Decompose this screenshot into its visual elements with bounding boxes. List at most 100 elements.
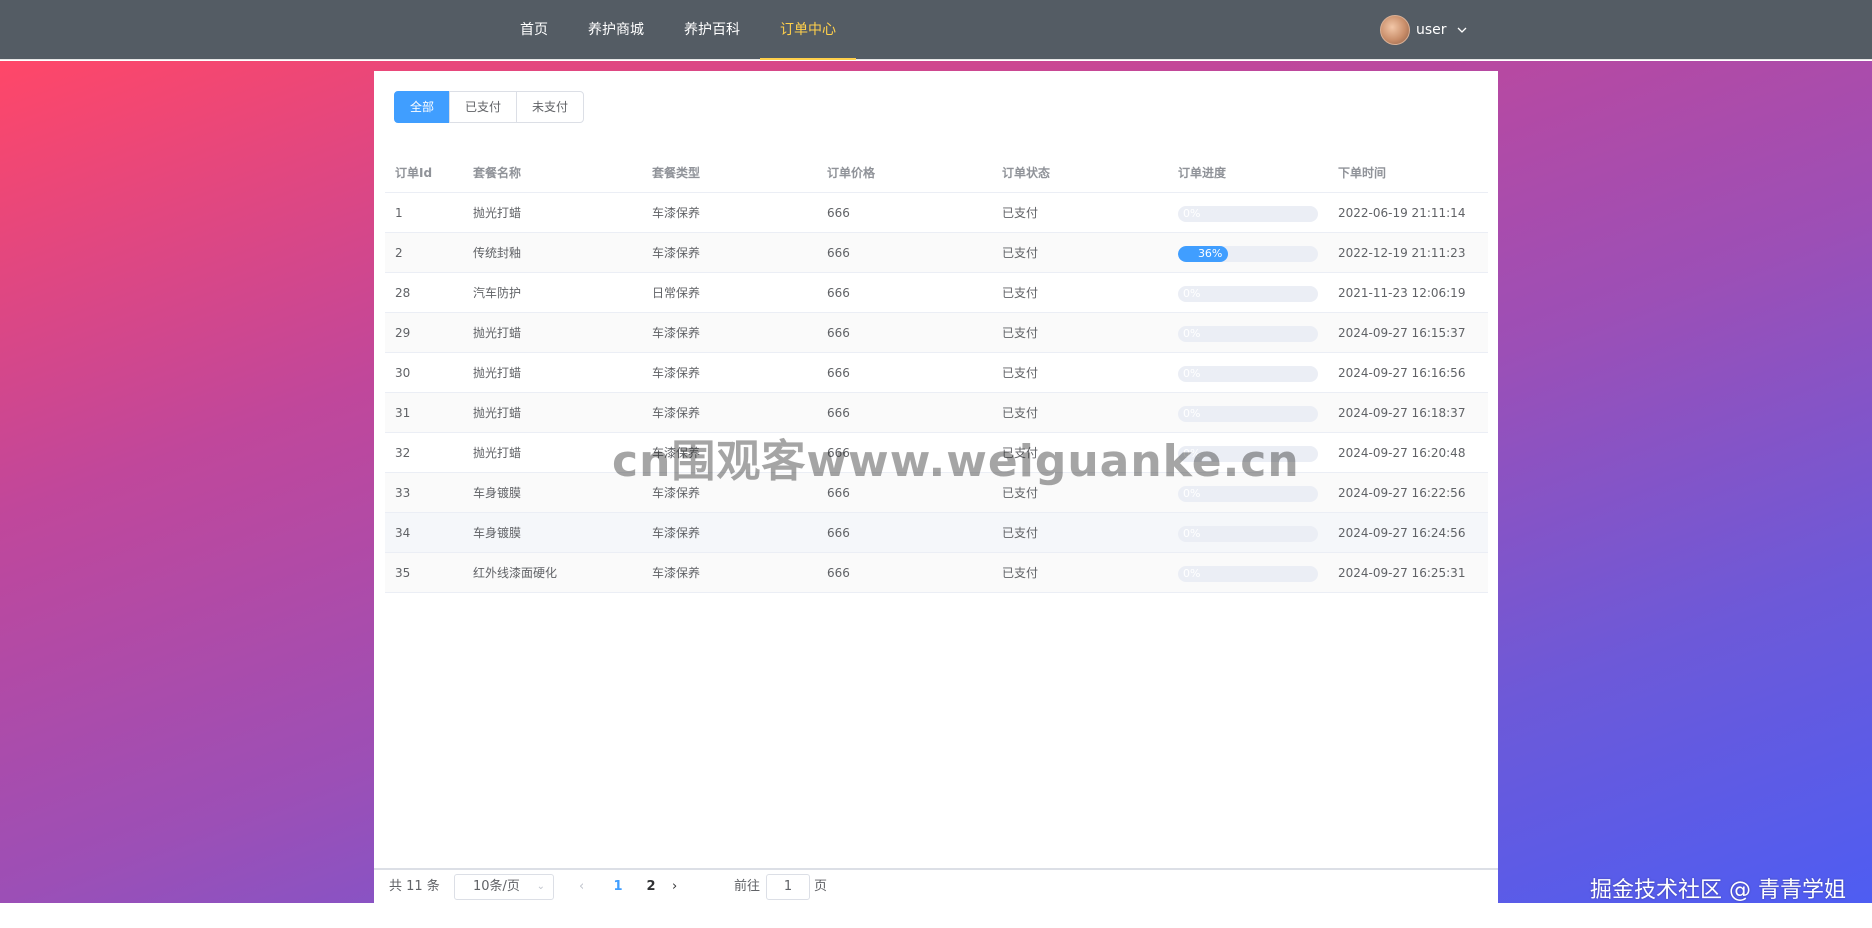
table-row[interactable]: 1 抛光打蜡 车漆保养 666 已支付 2022-06-19 21:11:14 0% — [385, 193, 1488, 233]
header-progress: 订单进度 — [1178, 166, 1227, 180]
price-cell: 666 — [827, 206, 850, 220]
goto-label: 前往 — [734, 879, 761, 894]
order-time-cell: 2024-09-27 16:15:37 — [1338, 326, 1466, 340]
table-row[interactable]: 35 红外线漆面硬化 车漆保养 666 已支付 2024-09-27 16:25:31 0% — [385, 553, 1488, 593]
progress-bar: 0% — [1178, 326, 1318, 342]
nav-shop[interactable]: 养护商城 — [568, 0, 664, 60]
package-type-cell: 车漆保养 — [652, 566, 701, 580]
price-cell: 666 — [827, 566, 850, 580]
credit-watermark: 掘金技术社区 @ 青青学姐 — [1590, 878, 1846, 903]
package-name-cell: 抛光打蜡 — [473, 406, 522, 420]
prev-page-button[interactable]: ‹ — [579, 870, 584, 903]
pagination: 共 11 条 10条/页 ⌄ ‹ 1 2 › 前往 1 页 — [374, 868, 1498, 903]
progress-label: 0% — [1183, 207, 1201, 220]
order-time-cell: 2024-09-27 16:16:56 — [1338, 366, 1466, 380]
progress-bar: 0% — [1178, 526, 1318, 542]
package-type-cell: 车漆保养 — [652, 526, 701, 540]
status-cell: 已支付 — [1002, 366, 1039, 380]
header-order-time: 下单时间 — [1338, 166, 1387, 180]
header-order-id: 订单Id — [395, 166, 433, 180]
order-id-cell: 30 — [395, 366, 411, 380]
progress-bar: 0% — [1178, 206, 1318, 222]
package-name-cell: 车身镀膜 — [473, 526, 522, 540]
chevron-down-icon: ⌄ — [536, 881, 545, 892]
price-cell: 666 — [827, 246, 850, 260]
progress-label: 0% — [1183, 327, 1201, 340]
header-status: 订单状态 — [1002, 166, 1051, 180]
page-footer — [0, 903, 1872, 928]
order-id-cell: 31 — [395, 406, 411, 420]
order-id-cell: 34 — [395, 526, 411, 540]
order-time-cell: 2022-12-19 21:11:23 — [1338, 246, 1466, 260]
progress-label: 0% — [1183, 567, 1201, 580]
price-cell: 666 — [827, 286, 850, 300]
nav-encyclopedia[interactable]: 养护百科 — [664, 0, 760, 60]
order-time-cell: 2021-11-23 12:06:19 — [1338, 286, 1466, 300]
progress-label: 0% — [1183, 367, 1201, 380]
watermark: cn围观客www.weiguanke.cn — [612, 436, 1300, 487]
table-row[interactable]: 34 车身镀膜 车漆保养 666 已支付 2024-09-27 16:24:56 0% — [385, 513, 1488, 553]
username: user — [1416, 22, 1447, 38]
status-cell: 已支付 — [1002, 206, 1039, 220]
package-name-cell: 车身镀膜 — [473, 486, 522, 500]
page-size-select[interactable]: 10条/页 ⌄ — [454, 874, 554, 900]
goto-page-input[interactable]: 1 — [766, 874, 810, 900]
header-price: 订单价格 — [827, 166, 876, 180]
pagination-total: 共 11 条 — [389, 879, 440, 894]
payment-filter: 全部 已支付 未支付 — [394, 91, 585, 123]
main-nav: 首页 养护商城 养护百科 订单中心 — [500, 0, 856, 60]
table-row[interactable]: 30 抛光打蜡 车漆保养 666 已支付 2024-09-27 16:16:56 0% — [385, 353, 1488, 393]
orders-table: 订单Id 套餐名称 套餐类型 订单价格 订单状态 订单进度 下单时间 1 抛光打蜡… — [385, 153, 1488, 593]
order-id-cell: 29 — [395, 326, 411, 340]
order-time-cell: 2022-06-19 21:11:14 — [1338, 206, 1466, 220]
order-id-cell: 2 — [395, 246, 403, 260]
filter-all-button[interactable]: 全部 — [394, 91, 451, 123]
header-package-name: 套餐名称 — [473, 166, 522, 180]
progress-bar: 0% — [1178, 286, 1318, 302]
status-cell: 已支付 — [1002, 246, 1039, 260]
order-id-cell: 32 — [395, 446, 411, 460]
package-name-cell: 抛光打蜡 — [473, 206, 522, 220]
package-type-cell: 车漆保养 — [652, 326, 701, 340]
package-type-cell: 车漆保养 — [652, 246, 701, 260]
filter-unpaid-button[interactable]: 未支付 — [516, 91, 585, 123]
top-navbar: 首页 养护商城 养护百科 订单中心 user — [0, 0, 1872, 60]
package-type-cell: 日常保养 — [652, 286, 701, 300]
page-size-value: 10条/页 — [473, 879, 520, 894]
status-cell: 已支付 — [1002, 286, 1039, 300]
order-time-cell: 2024-09-27 16:20:48 — [1338, 446, 1466, 460]
page-1-button[interactable]: 1 — [604, 870, 632, 903]
order-time-cell: 2024-09-27 16:25:31 — [1338, 566, 1466, 580]
progress-bar: 0% — [1178, 406, 1318, 422]
user-menu[interactable]: user — [1380, 14, 1467, 46]
package-name-cell: 红外线漆面硬化 — [473, 566, 558, 580]
nav-orders[interactable]: 订单中心 — [760, 0, 856, 60]
status-cell: 已支付 — [1002, 566, 1039, 580]
progress-bar: 36% — [1178, 246, 1318, 262]
progress-bar: 0% — [1178, 366, 1318, 382]
next-page-button[interactable]: › — [672, 870, 677, 903]
status-cell: 已支付 — [1002, 526, 1039, 540]
filter-paid-button[interactable]: 已支付 — [449, 91, 518, 123]
table-row[interactable]: 2 传统封釉 车漆保养 666 已支付 2022-12-19 21:11:23 36% — [385, 233, 1488, 273]
table-row[interactable]: 29 抛光打蜡 车漆保养 666 已支付 2024-09-27 16:15:37 0% — [385, 313, 1488, 353]
chevron-down-icon — [1457, 27, 1467, 33]
price-cell: 666 — [827, 326, 850, 340]
order-time-cell: 2024-09-27 16:18:37 — [1338, 406, 1466, 420]
price-cell: 666 — [827, 366, 850, 380]
package-name-cell: 抛光打蜡 — [473, 446, 522, 460]
status-cell: 已支付 — [1002, 326, 1039, 340]
package-type-cell: 车漆保养 — [652, 206, 701, 220]
package-name-cell: 抛光打蜡 — [473, 366, 522, 380]
progress-label: 0% — [1183, 527, 1201, 540]
order-id-cell: 35 — [395, 566, 411, 580]
nav-home[interactable]: 首页 — [500, 0, 568, 60]
progress-label: 0% — [1183, 287, 1201, 300]
page-2-button[interactable]: 2 — [637, 870, 665, 903]
table-row[interactable]: 28 汽车防护 日常保养 666 已支付 2021-11-23 12:06:19 0% — [385, 273, 1488, 313]
package-name-cell: 传统封釉 — [473, 246, 522, 260]
price-cell: 666 — [827, 526, 850, 540]
package-type-cell: 车漆保养 — [652, 366, 701, 380]
package-name-cell: 汽车防护 — [473, 286, 522, 300]
progress-bar: 0% — [1178, 566, 1318, 582]
